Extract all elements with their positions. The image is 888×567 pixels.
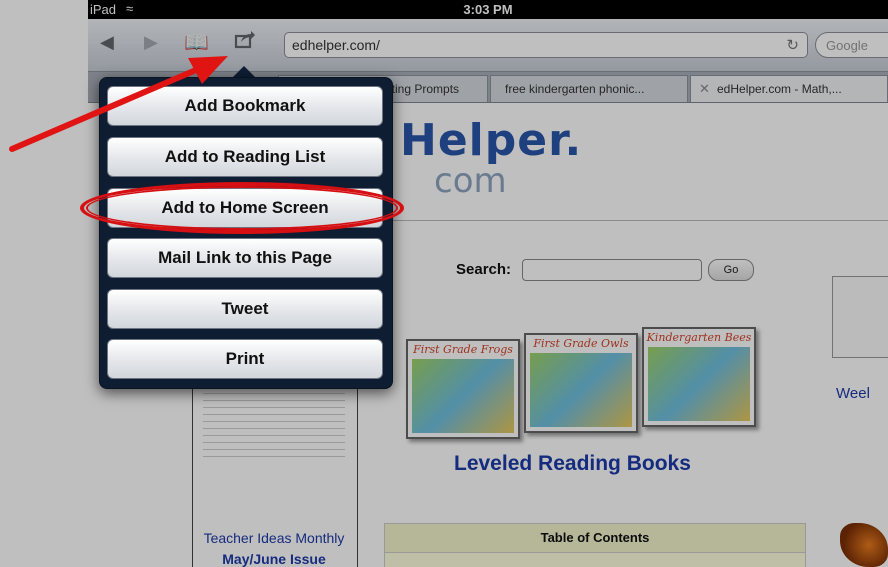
annotation-arrow: [9, 56, 228, 152]
